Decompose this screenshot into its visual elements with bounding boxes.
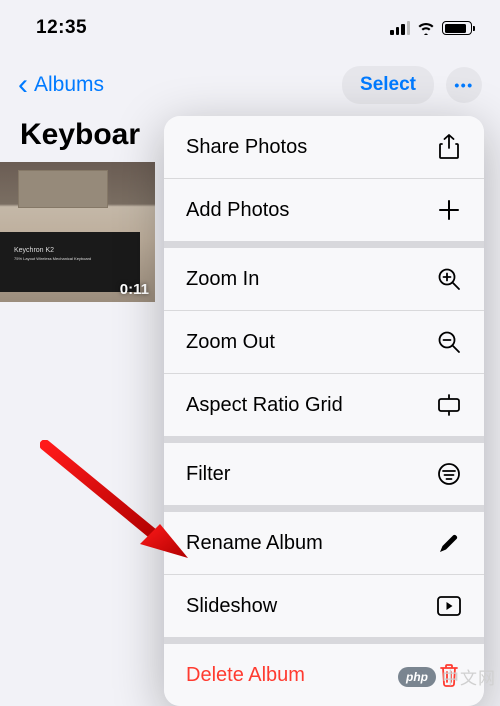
watermark-badge: php xyxy=(398,667,436,687)
aspect-ratio-icon xyxy=(436,392,462,418)
battery-icon xyxy=(442,21,472,35)
status-icons xyxy=(390,21,472,35)
menu-aspect-ratio[interactable]: Aspect Ratio Grid xyxy=(164,374,484,443)
menu-slideshow[interactable]: Slideshow xyxy=(164,575,484,644)
watermark: php 中文网 xyxy=(398,664,496,689)
zoom-in-icon xyxy=(436,266,462,292)
slideshow-icon xyxy=(436,593,462,619)
wifi-icon xyxy=(416,21,436,35)
cellular-icon xyxy=(390,21,410,35)
plus-icon xyxy=(436,197,462,223)
share-icon xyxy=(436,134,462,160)
filter-icon xyxy=(436,461,462,487)
menu-share-photos[interactable]: Share Photos xyxy=(164,116,484,179)
menu-add-photos[interactable]: Add Photos xyxy=(164,179,484,248)
more-button[interactable]: ••• xyxy=(446,67,482,103)
back-button[interactable]: ‹ Albums xyxy=(18,70,104,100)
nav-bar: ‹ Albums Select ••• xyxy=(0,48,500,118)
menu-rename-album[interactable]: Rename Album xyxy=(164,512,484,575)
menu-zoom-in[interactable]: Zoom In xyxy=(164,248,484,311)
watermark-text: 中文网 xyxy=(442,664,496,689)
back-label: Albums xyxy=(34,73,104,97)
status-time: 12:35 xyxy=(36,17,87,39)
menu-zoom-out[interactable]: Zoom Out xyxy=(164,311,484,374)
video-thumbnail[interactable]: Keychron K275% Layout Wireless Mechanica… xyxy=(0,162,155,302)
chevron-left-icon: ‹ xyxy=(18,70,28,100)
menu-filter[interactable]: Filter xyxy=(164,443,484,512)
pencil-icon xyxy=(436,530,462,556)
video-duration: 0:11 xyxy=(120,281,149,298)
context-menu: Share Photos Add Photos Zoom In Zoom Out… xyxy=(164,116,484,706)
status-bar: 12:35 xyxy=(0,0,500,48)
zoom-out-icon xyxy=(436,329,462,355)
select-button[interactable]: Select xyxy=(342,66,434,104)
